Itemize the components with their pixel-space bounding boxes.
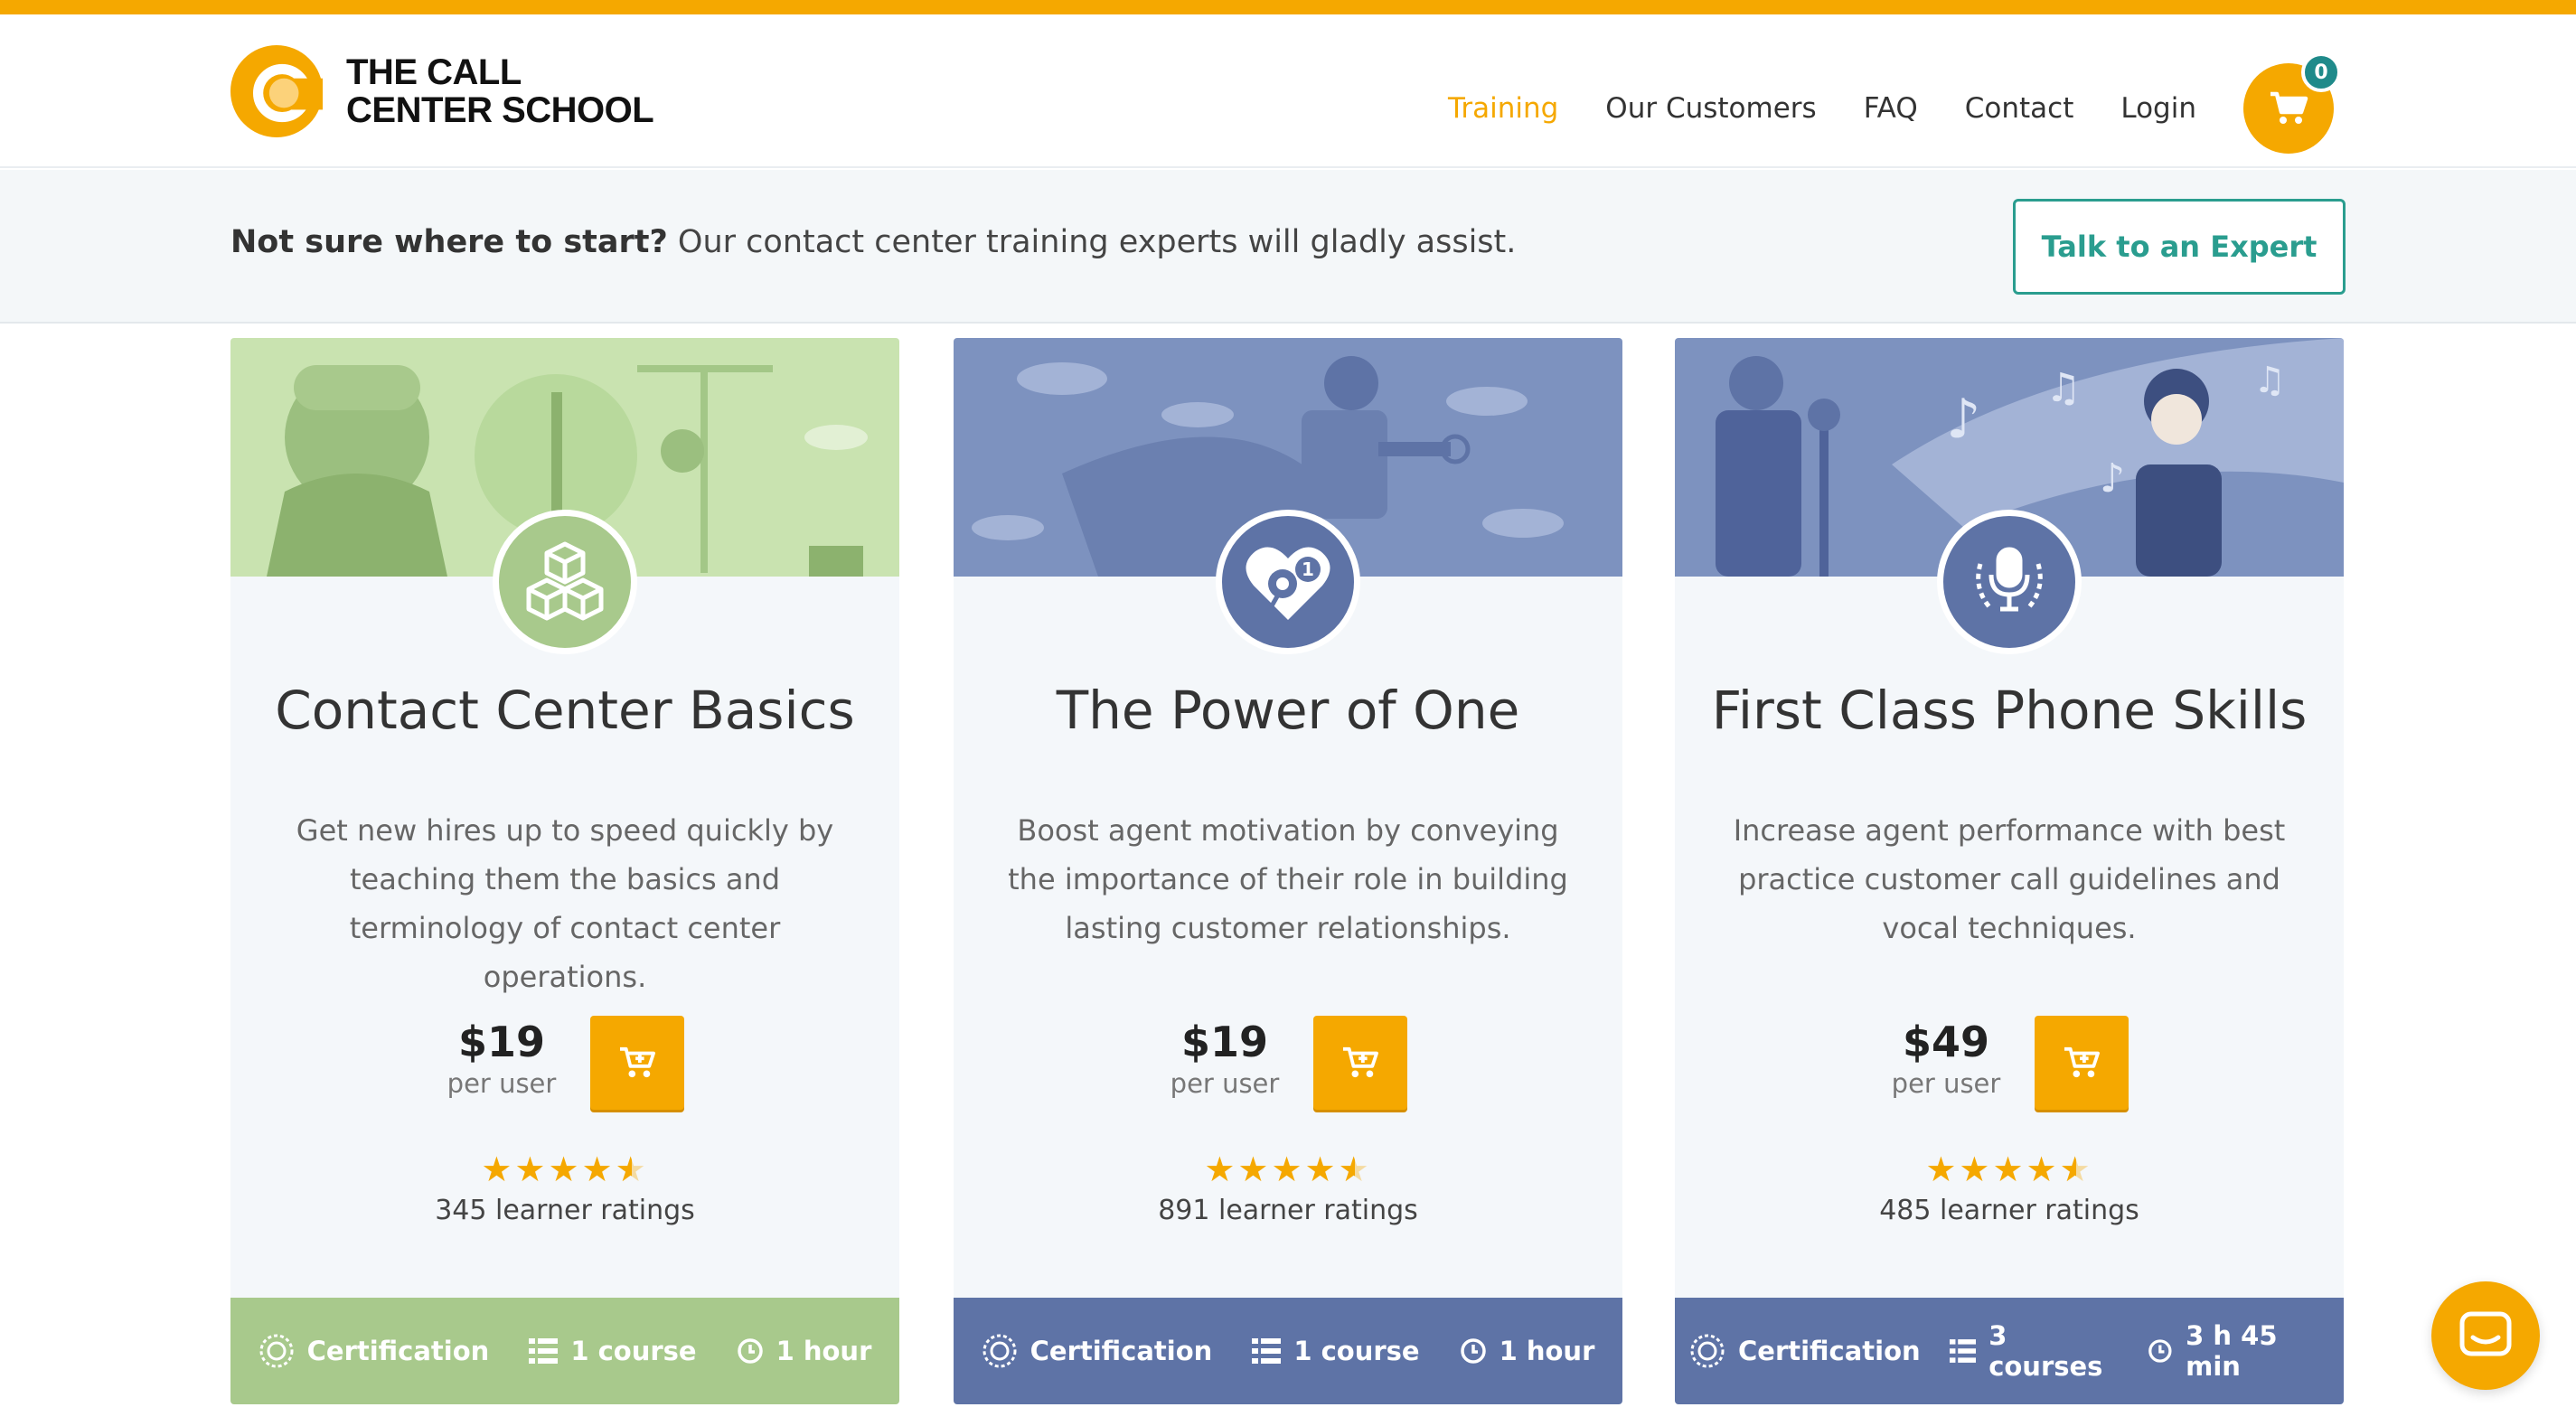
svg-text:♪: ♪ (2100, 455, 2125, 502)
certification-icon (1690, 1334, 1725, 1368)
cart-button[interactable]: 0 (2243, 52, 2341, 154)
course-badge: 1 (1216, 510, 1360, 654)
nav-our-customers[interactable]: Our Customers (1605, 63, 1816, 154)
cart-plus-icon (1343, 1046, 1378, 1078)
course-meta-bar: Certification 3 courses 3 h 45 min (1675, 1298, 2344, 1404)
logo[interactable]: THE CALL CENTER SCHOOL (230, 45, 654, 137)
price-unit: per user (447, 1068, 557, 1099)
courses-count-item: 3 courses (1949, 1320, 2120, 1382)
course-card[interactable]: ♪ ♫ ♪ ♫ First Class Phone Skills Increas… (1675, 338, 2344, 1404)
price-amount: $19 (1180, 1018, 1269, 1066)
nav-login[interactable]: Login (2120, 63, 2196, 154)
course-price: $19 per user (1152, 1018, 1297, 1099)
star-rating: ★★★★★★ (1204, 1149, 1372, 1189)
clock-icon (2148, 1339, 2172, 1363)
cart-count-badge: 0 (2301, 52, 2341, 92)
microphone-award-icon (1976, 547, 2043, 612)
price-unit: per user (1170, 1068, 1280, 1099)
course-title[interactable]: Contact Center Basics (230, 680, 899, 741)
cubes-icon (526, 541, 604, 621)
star-rating: ★★★★★★ (1925, 1149, 2093, 1189)
top-accent-bar (0, 0, 2576, 14)
course-badge (493, 510, 637, 654)
assist-message: Not sure where to start? Our contact cen… (230, 224, 1517, 260)
add-to-cart-button[interactable] (590, 1016, 684, 1110)
cart-icon (2270, 91, 2308, 124)
cart-plus-icon (2064, 1046, 2100, 1078)
logo-wordmark: THE CALL CENTER SCHOOL (346, 52, 654, 130)
svg-text:♫: ♫ (2045, 365, 2081, 411)
add-to-cart-button[interactable] (1313, 1016, 1407, 1110)
certification-item: Certification (1689, 1333, 1921, 1369)
courses-count-item: 1 course (1252, 1336, 1420, 1366)
chat-launcher-button[interactable] (2431, 1281, 2540, 1390)
talk-to-expert-button[interactable]: Talk to an Expert (2013, 199, 2346, 295)
course-price: $19 per user (429, 1018, 574, 1099)
nav-faq[interactable]: FAQ (1864, 63, 1918, 154)
course-badge (1937, 510, 2082, 654)
logo-icon (230, 45, 323, 137)
certification-item: Certification (982, 1333, 1212, 1369)
ratings-count: 891 learner ratings (1158, 1195, 1418, 1226)
duration-item: 3 h 45 min (2148, 1320, 2329, 1382)
courses-count-item: 1 course (529, 1336, 697, 1366)
chat-icon (2459, 1311, 2512, 1356)
price-amount: $19 (457, 1018, 546, 1066)
course-title[interactable]: The Power of One (954, 680, 1622, 741)
course-description: Boost agent motivation by conveying the … (1008, 813, 1568, 945)
course-title[interactable]: First Class Phone Skills (1675, 680, 2344, 741)
list-icon (529, 1338, 559, 1364)
svg-text:1: 1 (1302, 558, 1314, 580)
price-unit: per user (1891, 1068, 2001, 1099)
svg-text:♪: ♪ (1946, 388, 1980, 451)
clock-icon (1460, 1338, 1486, 1364)
ratings-count: 345 learner ratings (435, 1195, 695, 1226)
duration-item: 1 hour (1460, 1336, 1594, 1366)
price-amount: $49 (1902, 1018, 1990, 1066)
assist-banner: Not sure where to start? Our contact cen… (0, 170, 2576, 324)
svg-text:♫: ♫ (2253, 360, 2286, 401)
course-meta-bar: Certification 1 course 1 hour (954, 1298, 1622, 1404)
nav-contact[interactable]: Contact (1965, 63, 2074, 154)
course-price: $49 per user (1874, 1018, 2018, 1099)
certification-icon (259, 1334, 294, 1368)
nav-training[interactable]: Training (1448, 63, 1558, 154)
heart-agent-icon: 1 (1246, 547, 1330, 620)
site-header: THE CALL CENTER SCHOOL Training Our Cust… (0, 14, 2576, 168)
main-nav: Training Our Customers FAQ Contact Login… (1401, 52, 2341, 154)
course-card[interactable]: 1 The Power of One Boost agent motivatio… (954, 338, 1622, 1404)
duration-item: 1 hour (737, 1336, 871, 1366)
add-to-cart-button[interactable] (2035, 1016, 2129, 1110)
ratings-count: 485 learner ratings (1879, 1195, 2139, 1226)
clock-icon (737, 1338, 763, 1364)
course-meta-bar: Certification 1 course 1 hour (230, 1298, 899, 1404)
cart-plus-icon (620, 1046, 655, 1078)
star-rating: ★★★★★★ (481, 1149, 649, 1189)
course-description: Get new hires up to speed quickly by tea… (296, 813, 834, 994)
course-card[interactable]: Contact Center Basics Get new hires up t… (230, 338, 899, 1404)
list-icon (1949, 1339, 1977, 1363)
certification-icon (982, 1334, 1017, 1368)
certification-item: Certification (259, 1333, 489, 1369)
list-icon (1252, 1338, 1282, 1364)
course-description: Increase agent performance with best pra… (1733, 813, 2286, 945)
